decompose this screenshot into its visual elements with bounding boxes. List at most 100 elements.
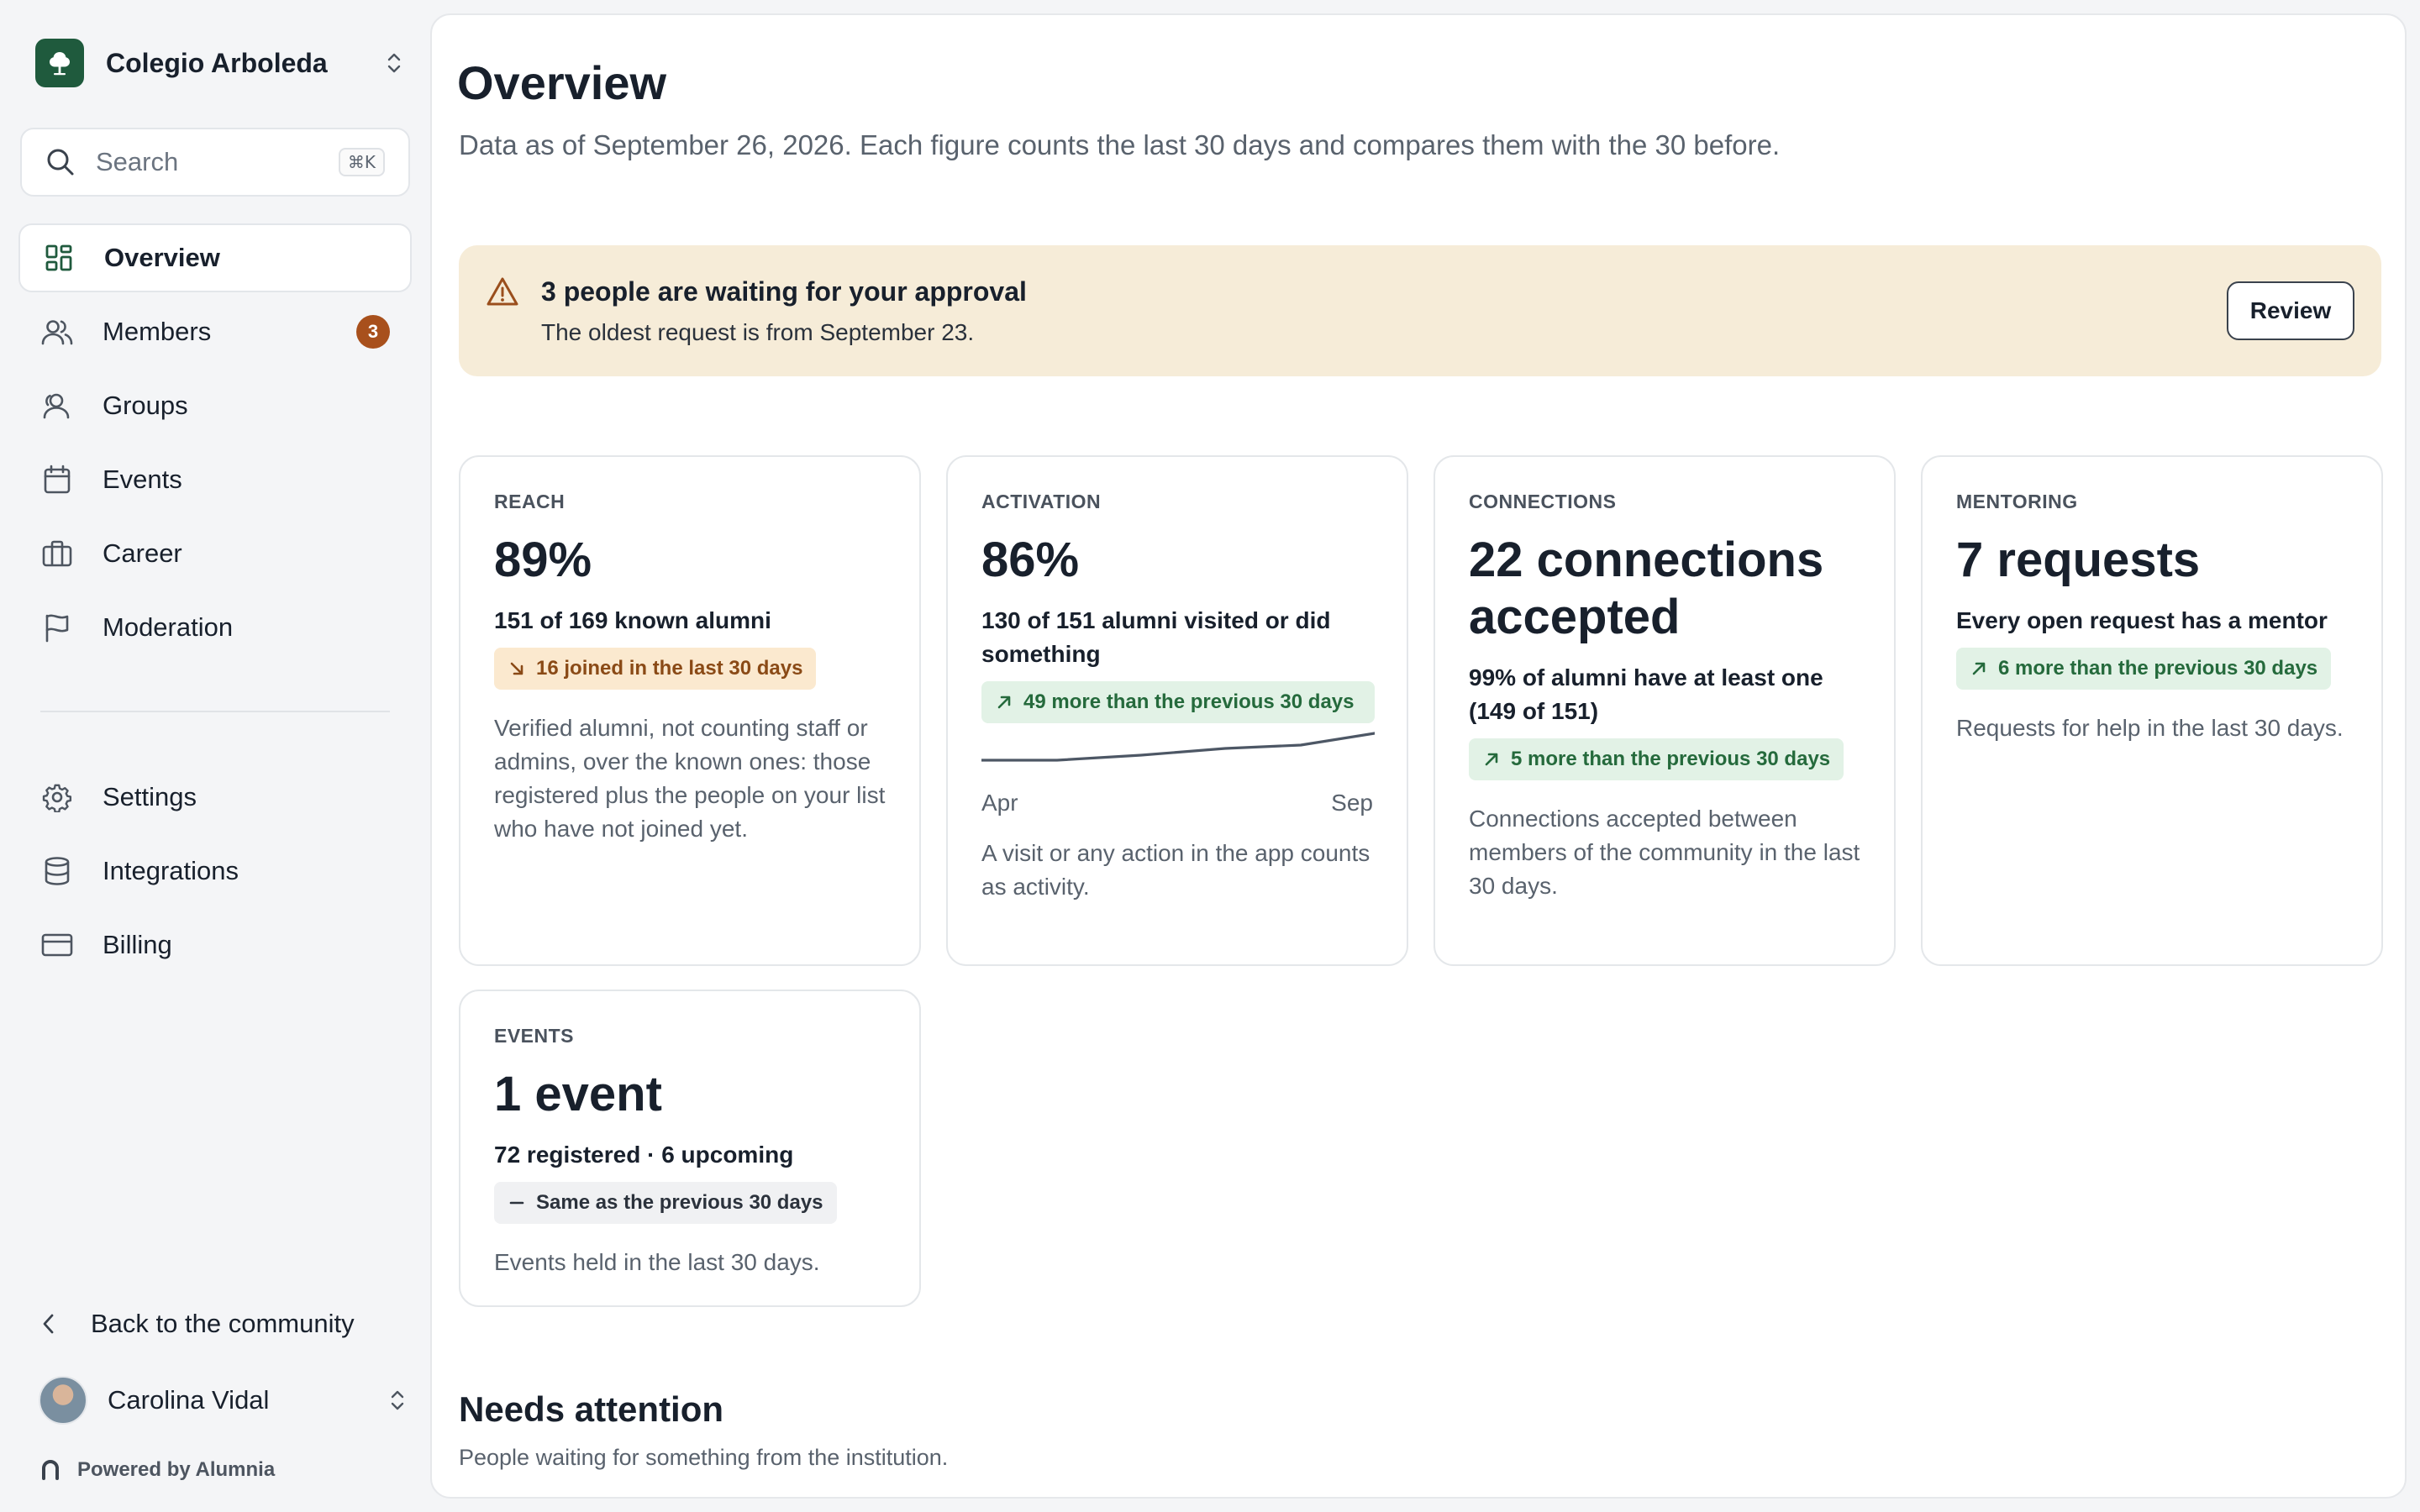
sidebar-item-integrations[interactable]: Integrations bbox=[18, 837, 412, 906]
card-detail: 99% of alumni have at least one (149 of … bbox=[1469, 664, 1823, 724]
trend-badge: 6 more than the previous 30 days bbox=[1956, 648, 2332, 690]
card-description: Requests for help in the last 30 days. bbox=[1956, 715, 2344, 741]
sidebar-item-label: Settings bbox=[103, 782, 197, 811]
search-shortcut: ⌘K bbox=[338, 148, 385, 176]
card-detail: 151 of 169 known alumni bbox=[494, 607, 771, 633]
card-value: 89% bbox=[494, 533, 592, 587]
card-detail: 72 registered · 6 upcoming bbox=[494, 1142, 794, 1168]
warning-icon bbox=[487, 277, 518, 306]
sidebar-item-members[interactable]: Members 3 bbox=[18, 297, 412, 366]
needs-attention-subtitle: People waiting for something from the in… bbox=[459, 1445, 949, 1470]
sidebar-item-moderation[interactable]: Moderation bbox=[18, 593, 412, 662]
main-nav: Overview Members 3 Groups Events Career … bbox=[18, 223, 412, 984]
main-panel: Overview Data as of September 26, 2026. … bbox=[430, 13, 2407, 1499]
user-name: Carolina Vidal bbox=[108, 1385, 270, 1415]
arrow-up-right-icon bbox=[1485, 753, 1498, 766]
arrow-down-right-icon bbox=[510, 662, 523, 675]
trend-badge: Same as the previous 30 days bbox=[494, 1182, 837, 1224]
search-icon bbox=[47, 149, 74, 176]
avatar bbox=[39, 1376, 87, 1425]
briefcase-icon bbox=[40, 537, 74, 570]
card-detail: Every open request has a mentor bbox=[1956, 607, 2328, 633]
activation-card[interactable]: ACTIVATION 86% 130 of 151 alumni visited… bbox=[946, 455, 1408, 966]
powered-by-label: Powered by Alumnia bbox=[77, 1458, 276, 1481]
sidebar-item-groups[interactable]: Groups bbox=[18, 371, 412, 440]
sidebar-item-label: Groups bbox=[103, 391, 188, 420]
sidebar-item-label: Moderation bbox=[103, 612, 234, 642]
dashboard-icon bbox=[42, 241, 76, 275]
card-description: Events held in the last 30 days. bbox=[494, 1249, 820, 1275]
sparkline-end-label: Sep bbox=[1331, 790, 1373, 816]
sparkline-start-label: Apr bbox=[981, 790, 1018, 816]
sidebar-item-events[interactable]: Events bbox=[18, 445, 412, 514]
dash-icon bbox=[509, 1201, 524, 1205]
page-title: Overview bbox=[457, 56, 667, 109]
events-card[interactable]: EVENTS 1 event 72 registered · 6 upcomin… bbox=[459, 990, 921, 1307]
card-value: 7 requests bbox=[1956, 533, 2201, 587]
chevron-left-icon bbox=[43, 1314, 54, 1334]
card-value: 22 connections accepted bbox=[1469, 533, 1824, 644]
trend-label: 5 more than the previous 30 days bbox=[1511, 748, 1831, 770]
trend-label: Same as the previous 30 days bbox=[536, 1191, 823, 1214]
chevron-up-down-icon bbox=[383, 48, 405, 78]
flag-icon bbox=[40, 611, 74, 644]
card-description: A visit or any action in the app counts … bbox=[981, 840, 1370, 900]
sidebar-item-label: Billing bbox=[103, 930, 172, 959]
reach-card[interactable]: REACH 89% 151 of 169 known alumni 16 joi… bbox=[459, 455, 921, 966]
arrow-up-right-icon bbox=[1972, 662, 1986, 675]
org-switcher[interactable]: Colegio Arboleda bbox=[35, 39, 405, 87]
card-label: CONNECTIONS bbox=[1469, 491, 1617, 512]
sidebar-item-settings[interactable]: Settings bbox=[18, 763, 412, 832]
sidebar-item-label: Events bbox=[103, 465, 182, 494]
search-input[interactable]: Search bbox=[96, 147, 339, 177]
trend-label: 49 more than the previous 30 days bbox=[1023, 690, 1355, 713]
trend-badge: 49 more than the previous 30 days bbox=[981, 681, 1375, 723]
members-count-badge: 3 bbox=[356, 315, 390, 349]
database-icon bbox=[40, 854, 74, 888]
user-group-icon bbox=[40, 389, 74, 423]
page-subtitle: Data as of September 26, 2026. Each figu… bbox=[459, 129, 1781, 160]
approval-alert: 3 people are waiting for your approval T… bbox=[459, 245, 2381, 376]
arrow-up-right-icon bbox=[997, 696, 1011, 709]
user-menu[interactable]: Carolina Vidal bbox=[39, 1376, 408, 1425]
trend-badge: 5 more than the previous 30 days bbox=[1469, 738, 1844, 780]
nav-divider bbox=[40, 711, 390, 712]
connections-card[interactable]: CONNECTIONS 22 connections accepted 99% … bbox=[1434, 455, 1896, 966]
gear-icon bbox=[40, 780, 74, 814]
org-name: Colegio Arboleda bbox=[106, 47, 328, 78]
alert-description: The oldest request is from September 23. bbox=[541, 318, 975, 345]
chevron-up-down-icon bbox=[387, 1385, 408, 1415]
mentoring-card[interactable]: MENTORING 7 requests Every open request … bbox=[1921, 455, 2383, 966]
activity-sparkline bbox=[980, 732, 1376, 762]
sidebar-item-label: Overview bbox=[104, 243, 220, 272]
card-detail: 130 of 151 alumni visited or did somethi… bbox=[981, 607, 1331, 667]
powered-by: Powered by Alumnia bbox=[40, 1458, 275, 1482]
credit-card-icon bbox=[40, 928, 74, 962]
search-box[interactable]: Search ⌘K bbox=[20, 128, 410, 197]
alumnia-logo-icon bbox=[42, 1460, 59, 1480]
users-icon bbox=[40, 315, 74, 349]
review-button[interactable]: Review bbox=[2227, 281, 2354, 340]
sidebar-item-label: Members bbox=[103, 317, 212, 346]
sidebar: Colegio Arboleda Search ⌘K Overview Memb… bbox=[0, 0, 430, 1512]
trend-label: 16 joined in the last 30 days bbox=[536, 657, 803, 680]
card-label: EVENTS bbox=[494, 1025, 575, 1047]
sidebar-item-billing[interactable]: Billing bbox=[18, 911, 412, 979]
back-to-community-link[interactable]: Back to the community bbox=[40, 1300, 410, 1347]
card-description: Verified alumni, not counting staff or a… bbox=[494, 715, 886, 842]
trend-label: 6 more than the previous 30 days bbox=[1998, 657, 2318, 680]
card-description: Connections accepted between members of … bbox=[1469, 806, 1860, 899]
sidebar-item-career[interactable]: Career bbox=[18, 519, 412, 588]
back-label: Back to the community bbox=[91, 1309, 355, 1338]
alert-title: 3 people are waiting for your approval bbox=[541, 276, 1027, 307]
card-label: REACH bbox=[494, 491, 566, 512]
needs-attention-title: Needs attention bbox=[459, 1389, 724, 1429]
card-label: ACTIVATION bbox=[981, 491, 1102, 512]
sidebar-item-label: Integrations bbox=[103, 856, 239, 885]
sidebar-item-overview[interactable]: Overview bbox=[18, 223, 412, 292]
sidebar-item-label: Career bbox=[103, 538, 182, 568]
card-value: 86% bbox=[981, 533, 1080, 587]
card-value: 1 event bbox=[494, 1067, 662, 1121]
card-label: MENTORING bbox=[1956, 491, 2078, 512]
trend-badge: 16 joined in the last 30 days bbox=[494, 648, 817, 690]
